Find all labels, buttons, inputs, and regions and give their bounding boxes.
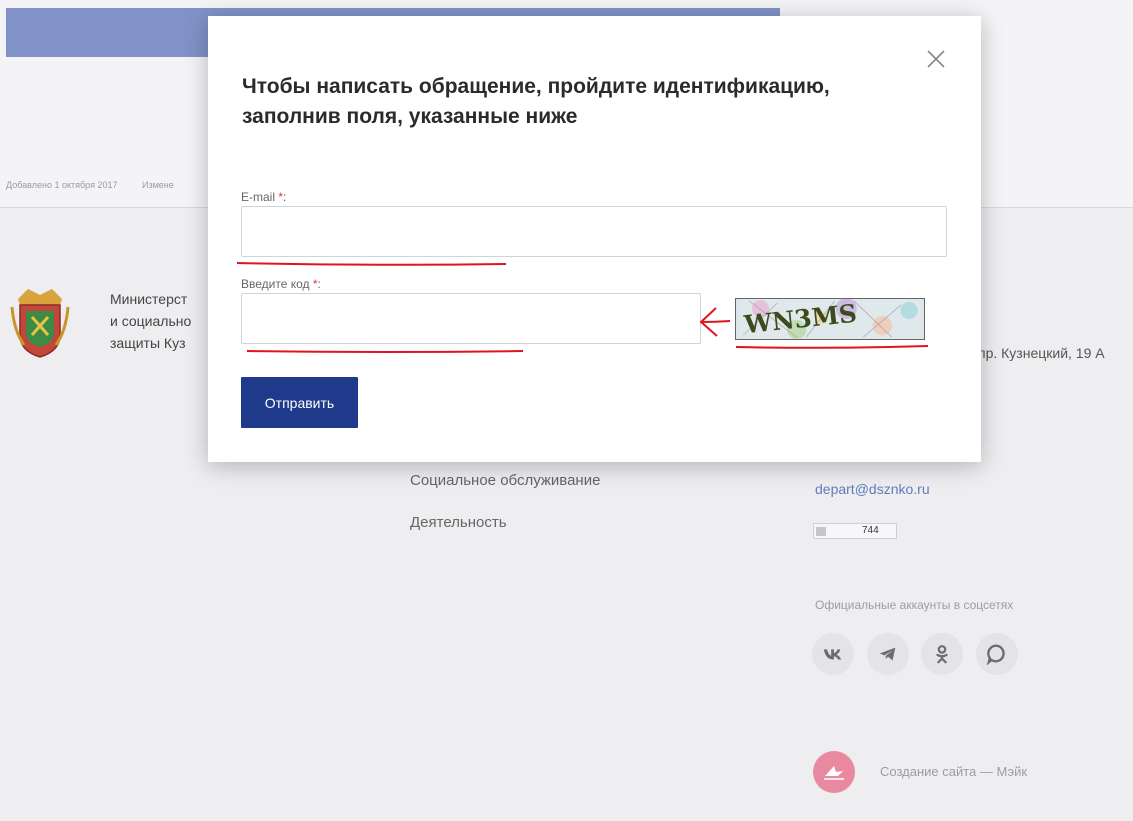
close-icon[interactable] <box>924 47 948 71</box>
vk-link[interactable] <box>812 633 854 675</box>
site-credit[interactable]: Создание сайта — Мэйк <box>880 764 1027 779</box>
captcha-image[interactable]: WN3MS <box>735 298 925 340</box>
max-messenger-link[interactable] <box>976 633 1018 675</box>
footer-link-social-service[interactable]: Социальное обслуживание <box>410 472 600 489</box>
footer-link-activity[interactable]: Деятельность <box>410 514 507 531</box>
address-text: пр. Кузнецкий, 19 А <box>978 345 1105 361</box>
contact-email-link[interactable]: depart@dsznko.ru <box>815 481 930 497</box>
ministry-line: и социально <box>110 313 192 329</box>
changed-date: Измене <box>141 180 174 190</box>
modal-title: Чтобы написать обращение, пройдите идент… <box>242 75 830 128</box>
code-label-text: Введите код <box>241 277 310 291</box>
telegram-icon <box>879 647 896 661</box>
captcha-code-field[interactable] <box>241 293 701 344</box>
counter-value: 744 <box>862 525 879 536</box>
odnoklassniki-icon <box>936 645 948 664</box>
email-field[interactable] <box>241 206 947 257</box>
email-label: E-mail *: <box>241 190 286 204</box>
counter-logo-icon <box>816 527 826 536</box>
ministry-line: защиты Куз <box>110 335 186 351</box>
added-date: Добавлено 1 октября 2017 <box>6 180 118 190</box>
maker-logo-icon[interactable] <box>813 751 855 793</box>
visit-counter[interactable]: 744 <box>813 523 897 539</box>
identification-modal: Чтобы написать обращение, пройдите идент… <box>208 16 981 462</box>
code-label: Введите код *: <box>241 277 321 291</box>
vk-icon <box>823 649 842 660</box>
label-colon: : <box>283 190 287 204</box>
social-title: Официальные аккаунты в соцсетях <box>815 598 1014 612</box>
coat-of-arms-icon <box>10 289 70 358</box>
email-label-text: E-mail <box>241 190 276 204</box>
article-meta: Добавлено 1 октября 2017 Измене <box>6 180 196 190</box>
telegram-link[interactable] <box>867 633 909 675</box>
label-colon: : <box>317 277 321 291</box>
ministry-line: Министерст <box>110 291 188 307</box>
submit-button[interactable]: Отправить <box>241 377 358 428</box>
odnoklassniki-link[interactable] <box>921 633 963 675</box>
max-messenger-icon <box>986 644 1005 665</box>
ministry-name[interactable]: Министерст и социально защиты Куз <box>110 288 191 354</box>
